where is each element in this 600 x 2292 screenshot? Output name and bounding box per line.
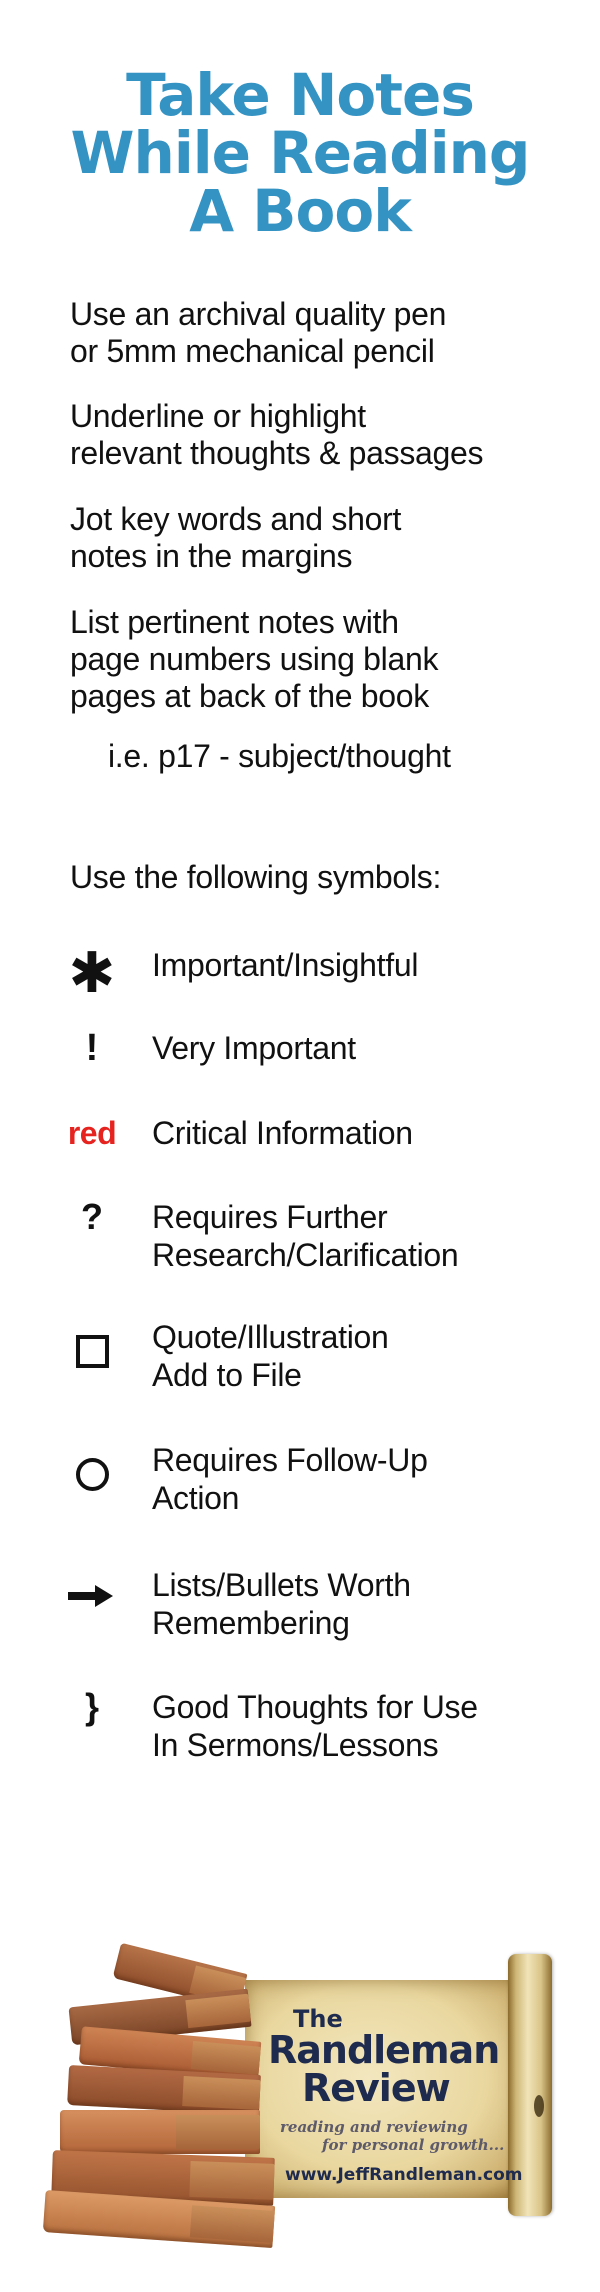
exclamation-icon: ! — [85, 1027, 99, 1069]
tip-line: relevant thoughts & passages — [70, 435, 484, 471]
scroll-stain — [534, 2095, 544, 2117]
tip-pen: Use an archival quality pen or 5mm mecha… — [70, 296, 446, 370]
tip-line: notes in the margins — [70, 538, 353, 574]
symbols-heading: Use the following symbols: — [70, 859, 442, 895]
legend-label-line: Lists/Bullets Worth — [152, 1567, 411, 1603]
legend-label-line: Action — [152, 1480, 240, 1516]
tip-line: Use an archival quality pen — [70, 296, 447, 332]
asterisk-icon: ✱ — [68, 941, 116, 1004]
title-line-2: While Reading — [70, 119, 531, 187]
tip-line: page numbers using blank — [70, 641, 439, 677]
brand-tagline-1: reading and reviewing — [280, 2118, 468, 2136]
legend-label: Critical Information — [152, 1114, 413, 1152]
legend-label: Lists/Bullets Worth Remembering — [152, 1566, 411, 1642]
legend-label-line: Important/Insightful — [152, 947, 419, 983]
title-line-1: Take Notes — [126, 61, 475, 129]
legend-label-line: Good Thoughts for Use — [152, 1689, 478, 1725]
tip-list-pages: List pertinent notes with page numbers u… — [70, 604, 438, 715]
brace-icon: } — [84, 1686, 99, 1727]
question-icon: ? — [81, 1196, 103, 1237]
legend-label-line: Very Important — [152, 1030, 356, 1066]
brand-name: Randleman — [268, 2028, 500, 2072]
brand-review: Review — [302, 2066, 451, 2110]
legend-label-line: Requires Further — [152, 1199, 388, 1235]
legend-label: Very Important — [152, 1029, 356, 1067]
example-note: i.e. p17 - subject/thought — [108, 738, 451, 774]
legend-label-line: Remembering — [152, 1605, 350, 1641]
tip-margins: Jot key words and short notes in the mar… — [70, 501, 401, 575]
legend-label: Quote/Illustration Add to File — [152, 1318, 389, 1394]
square-icon — [76, 1335, 109, 1368]
tip-line: pages at back of the book — [70, 678, 429, 714]
arrow-right-icon — [68, 1585, 113, 1607]
tip-line: or 5mm mechanical pencil — [70, 333, 435, 369]
tip-line: Underline or highlight — [70, 398, 366, 434]
legend-label-line: Add to File — [152, 1357, 302, 1393]
brand-url: www.JeffRandleman.com — [285, 2165, 523, 2185]
brand-tagline-2: for personal growth... — [322, 2136, 505, 2154]
legend-label-line: Quote/Illustration — [152, 1319, 389, 1355]
tip-line: Jot key words and short — [70, 501, 402, 537]
legend-label-line: Requires Follow-Up — [152, 1442, 428, 1478]
legend-label: Important/Insightful — [152, 946, 418, 984]
legend-label-line: Critical Information — [152, 1115, 413, 1151]
title-line-3: A Book — [189, 177, 412, 245]
legend-label: Good Thoughts for Use In Sermons/Lessons — [152, 1688, 478, 1764]
red-text-marker: red — [67, 1115, 117, 1151]
book — [60, 2110, 260, 2154]
circle-icon — [76, 1458, 109, 1491]
randleman-review-logo: The Randleman Review reading and reviewi… — [40, 1940, 570, 2248]
tip-line: List pertinent notes with — [70, 604, 399, 640]
legend-label-line: Research/Clarification — [152, 1237, 459, 1273]
legend-label: Requires Follow-Up Action — [152, 1441, 428, 1517]
legend-label-line: In Sermons/Lessons — [152, 1727, 439, 1763]
tip-underline: Underline or highlight relevant thoughts… — [70, 398, 484, 472]
legend-label: Requires Further Research/Clarification — [152, 1198, 459, 1274]
